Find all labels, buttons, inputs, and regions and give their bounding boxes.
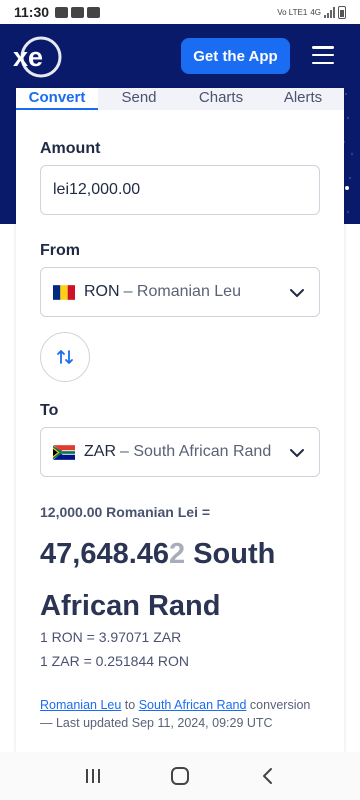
signal-icon xyxy=(324,6,335,18)
from-currency-name: – Romanian Leu xyxy=(123,283,241,300)
chevron-down-icon xyxy=(290,449,304,457)
to-currency-code: ZAR xyxy=(84,443,116,460)
network-type: 4G xyxy=(310,7,321,17)
link-south-african-rand[interactable]: South African Rand xyxy=(139,698,247,712)
from-label: From xyxy=(40,242,80,259)
link-romanian-leu[interactable]: Romanian Leu xyxy=(40,698,121,712)
status-bar: 11:30 Vo LTE1 4G xyxy=(0,0,360,24)
tab-alerts[interactable]: Alerts xyxy=(262,88,344,110)
tab-charts[interactable]: Charts xyxy=(180,88,262,110)
result-value-extra-digit: 2 xyxy=(169,538,186,570)
rate-inverse: 1 ZAR = 0.251844 RON xyxy=(40,653,190,669)
recent-apps-icon xyxy=(86,769,101,783)
conversion-footnote: Romanian Leu to South African Rand conve… xyxy=(40,696,330,732)
last-updated-text: — Last updated Sep 11, 2024, 09:29 UTC xyxy=(40,716,273,730)
swap-currencies-button[interactable] xyxy=(40,332,90,382)
conversion-source-text: 12,000.00 Romanian Lei = xyxy=(40,504,211,520)
swap-arrows-icon xyxy=(57,350,73,364)
back-chevron-icon xyxy=(262,768,272,784)
volte-indicator: Vo LTE1 xyxy=(277,7,308,17)
from-currency-code: RON xyxy=(84,283,120,300)
home-button[interactable] xyxy=(160,761,200,791)
amount-value: lei12,000.00 xyxy=(53,181,141,198)
recent-apps-button[interactable] xyxy=(73,761,113,791)
status-time: 11:30 xyxy=(14,4,50,20)
back-button[interactable] xyxy=(247,761,287,791)
to-currency-name: – South African Rand xyxy=(120,443,272,460)
calendar-icon xyxy=(87,6,101,18)
tab-send[interactable]: Send xyxy=(98,88,180,110)
romania-flag-icon xyxy=(53,284,75,300)
amount-label: Amount xyxy=(40,140,101,157)
logo-text: xe xyxy=(13,42,43,72)
from-currency-select[interactable]: RON – Romanian Leu xyxy=(40,267,320,317)
tab-convert[interactable]: Convert xyxy=(16,88,98,110)
south-africa-flag-icon xyxy=(53,444,75,460)
footnote-to-word: to xyxy=(124,698,136,712)
system-navigation-bar xyxy=(0,752,360,800)
battery-icon xyxy=(338,5,346,19)
rate-forward: 1 RON = 3.97071 ZAR xyxy=(40,629,182,645)
conversion-result: 47,648.462 South African Rand xyxy=(40,528,330,632)
to-currency-select[interactable]: ZAR – South African Rand xyxy=(40,427,320,477)
home-icon xyxy=(170,767,189,785)
hamburger-menu-icon[interactable] xyxy=(312,46,334,64)
amount-input[interactable]: lei12,000.00 xyxy=(40,165,320,215)
converter-card: Convert Send Charts Alerts Amount lei12,… xyxy=(16,88,344,752)
get-the-app-button[interactable]: Get the App xyxy=(181,38,290,74)
app-notification-icon xyxy=(71,6,85,18)
footnote-conversion-word: conversion xyxy=(249,698,311,712)
chevron-down-icon xyxy=(290,289,304,297)
message-icon xyxy=(55,6,69,18)
xe-logo[interactable]: xe xyxy=(10,34,64,80)
tab-bar: Convert Send Charts Alerts xyxy=(16,88,344,110)
result-value: 47,648.46 xyxy=(40,538,170,570)
to-label: To xyxy=(40,402,59,419)
